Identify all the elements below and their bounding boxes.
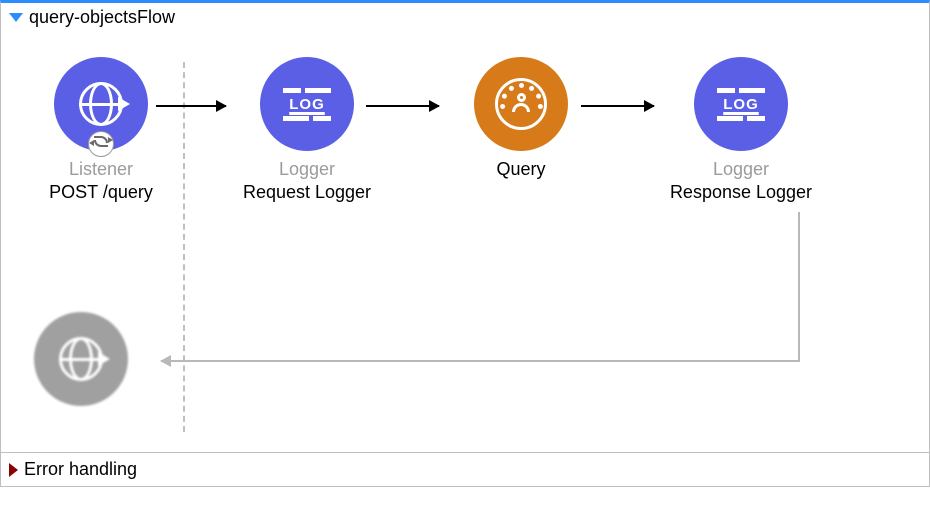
output-icon [34,312,128,406]
node-output[interactable] [21,312,141,406]
arrow-2 [366,105,439,107]
node-type: Listener [21,159,181,180]
node-query[interactable]: Query [441,57,601,182]
return-arrow [161,360,800,362]
error-section-title: Error handling [24,459,137,480]
flow-header[interactable]: query-objectsFlow [1,3,929,32]
collapse-toggle-icon[interactable] [9,13,23,22]
logger-icon: LOG [694,57,788,151]
round-trip-badge-icon [88,131,114,157]
error-handling-section[interactable]: Error handling [0,453,930,487]
node-name: POST /query [21,182,181,203]
node-listener[interactable]: Listener POST /query [21,57,181,203]
source-divider [183,62,185,432]
node-type: Logger [661,159,821,180]
flow-canvas: Listener POST /query LOG Logger Request … [1,32,929,452]
node-name: Response Logger [661,182,821,203]
globe-icon [79,82,123,126]
query-icon [474,57,568,151]
listener-icon [54,57,148,151]
node-type: Query [441,159,601,180]
node-response-logger[interactable]: LOG Logger Response Logger [661,57,821,203]
logger-icon: LOG [260,57,354,151]
node-type: Logger [227,159,387,180]
expand-toggle-icon[interactable] [9,463,18,477]
flow-title: query-objectsFlow [29,7,175,28]
arrow-3 [581,105,654,107]
node-name: Request Logger [227,182,387,203]
node-request-logger[interactable]: LOG Logger Request Logger [227,57,387,203]
arrow-1 [156,105,226,107]
flow-container: query-objectsFlow Listener POST /query L… [0,0,930,453]
globe-icon [59,337,103,381]
return-vline [798,212,800,362]
